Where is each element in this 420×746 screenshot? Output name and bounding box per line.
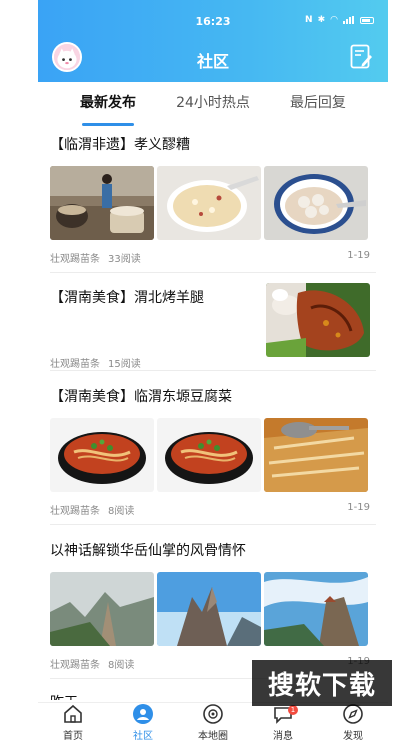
battery-icon [360, 16, 374, 24]
nfc-icon: N [305, 15, 313, 25]
post-date: 1-19 [347, 250, 370, 261]
post-reads: 15阅读 [108, 359, 141, 370]
post-image[interactable] [50, 418, 154, 492]
post-meta: 壮观踢苗条 33阅读 1-19 [50, 250, 370, 265]
nav-community[interactable]: 社区 [108, 703, 178, 746]
nav-discover[interactable]: 发现 [318, 703, 388, 746]
status-icons: N ✱ ◠ [305, 15, 374, 25]
post-image[interactable] [264, 166, 368, 240]
post-title[interactable]: 以神话解锁华岳仙掌的风骨情怀 [50, 540, 370, 560]
nav-messages-label: 消息 [273, 731, 293, 742]
post-feed[interactable]: 【临渭非遗】孝义醪糟 壮观踢苗条 33阅读 1-19 【渭南美食】渭北烤羊腿 壮… [38, 120, 388, 700]
post-image[interactable] [264, 418, 368, 492]
nav-local-circle[interactable]: 本地圈 [178, 703, 248, 746]
post-images [50, 166, 370, 240]
phone-screen: 16:23 N ✱ ◠ 社区 最新发布 24小时热点 最后回复 【临渭非遗】孝义… [38, 0, 388, 746]
signal-icon [343, 16, 355, 24]
post-author: 壮观踢苗条 [50, 660, 100, 671]
app-header: 16:23 N ✱ ◠ 社区 [38, 0, 388, 82]
post-item[interactable]: 以神话解锁华岳仙掌的风骨情怀 壮观踢苗条 8阅读 [50, 540, 370, 671]
post-reads: 33阅读 [108, 254, 141, 265]
post-title[interactable]: 【渭南美食】临渭东塬豆腐菜 [50, 386, 370, 406]
bluetooth-icon: ✱ [317, 15, 326, 25]
post-images [50, 418, 370, 492]
community-icon [133, 704, 153, 724]
post-image[interactable] [264, 572, 368, 646]
post-title[interactable]: 【临渭非遗】孝义醪糟 [50, 134, 370, 154]
divider [50, 524, 376, 525]
divider [50, 272, 376, 273]
nav-discover-label: 发现 [343, 731, 363, 742]
nav-local-circle-label: 本地圈 [198, 731, 228, 742]
nav-home-label: 首页 [63, 731, 83, 742]
post-meta: 壮观踢苗条 8阅读 1-19 [50, 502, 370, 517]
post-item[interactable]: 【渭南美食】临渭东塬豆腐菜 壮观踢苗条 8阅读 1-19 [50, 386, 370, 517]
post-image[interactable] [266, 283, 370, 357]
post-image[interactable] [157, 572, 261, 646]
compose-button[interactable] [350, 44, 372, 70]
post-reads: 8阅读 [108, 506, 135, 517]
post-date: 1-19 [347, 502, 370, 513]
status-bar: 16:23 N ✱ ◠ [38, 0, 388, 40]
post-meta: 壮观踢苗条 15阅读 [50, 355, 250, 370]
post-author: 壮观踢苗条 [50, 359, 100, 370]
home-icon [64, 704, 82, 723]
watermark-overlay: 搜软下载 [252, 660, 392, 706]
wifi-icon: ◠ [330, 15, 338, 25]
local-circle-icon [203, 704, 223, 724]
discover-icon [343, 704, 363, 724]
post-image[interactable] [157, 418, 261, 492]
post-title[interactable]: 【渭南美食】渭北烤羊腿 [50, 287, 250, 307]
post-item[interactable]: 【临渭非遗】孝义醪糟 壮观踢苗条 33阅读 1-19 [50, 134, 370, 265]
nav-messages[interactable]: 1 消息 [248, 703, 318, 746]
nav-home[interactable]: 首页 [38, 703, 108, 746]
tab-latest[interactable]: 最新发布 [80, 90, 136, 126]
tab-bar: 最新发布 24小时热点 最后回复 [38, 90, 388, 126]
post-author: 壮观踢苗条 [50, 506, 100, 517]
message-badge: 1 [288, 705, 298, 715]
tab-hot-24h[interactable]: 24小时热点 [176, 90, 250, 120]
nav-community-label: 社区 [133, 731, 153, 742]
post-author: 壮观踢苗条 [50, 254, 100, 265]
edit-icon [350, 44, 372, 69]
post-image[interactable] [50, 572, 154, 646]
page-title: 社区 [196, 52, 229, 71]
tab-last-reply[interactable]: 最后回复 [290, 90, 346, 120]
post-reads: 8阅读 [108, 660, 135, 671]
bottom-nav: 首页 社区 本地圈 1 消息 发现 [38, 702, 388, 746]
post-image[interactable] [157, 166, 261, 240]
post-image[interactable] [50, 166, 154, 240]
divider [50, 370, 376, 371]
post-images [50, 572, 370, 646]
post-item[interactable]: 【渭南美食】渭北烤羊腿 壮观踢苗条 15阅读 [50, 283, 370, 370]
